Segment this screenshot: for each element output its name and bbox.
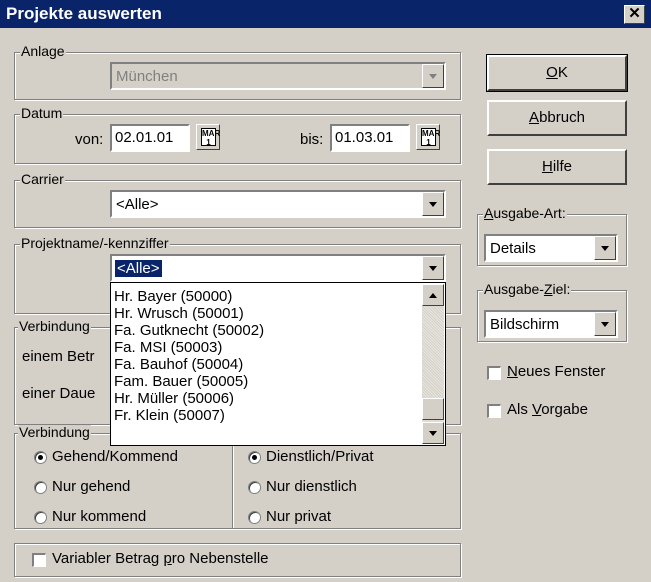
list-item[interactable]: Hr. Wrusch (50001) [114,305,244,322]
projekt-combo[interactable]: <Alle> [110,254,446,282]
calendar-icon: MAR 1 [201,128,221,147]
neues-fenster-checkbox[interactable] [487,366,501,380]
title-bar[interactable]: Projekte auswerten ✕ [0,0,651,28]
ausgabe-ziel-combo[interactable]: Bildschirm [484,310,618,338]
carrier-value: <Alle> [116,196,159,213]
chevron-down-icon [429,266,437,271]
projekt-value: <Alle> [115,260,162,277]
scroll-down-button[interactable] [422,422,444,444]
variabler-betrag-label: Variabler Betrag pro Nebenstelle [52,550,269,567]
anlage-legend: Anlage [20,43,66,59]
list-item[interactable]: Fr. Klein (50007) [114,407,225,424]
von-label: von: [75,131,104,148]
list-item[interactable]: Fa. Gutknecht (50002) [114,322,264,339]
radio-nur-kommend[interactable] [34,511,47,524]
list-item[interactable]: Fam. Bauer (50005) [114,373,248,390]
ausgabe-ziel-legend: Ausgabe-Ziel: [483,281,572,297]
von-calendar-button[interactable]: MAR 1 [196,124,220,150]
list-item[interactable]: Hr. Müller (50006) [114,390,234,407]
neues-fenster-label: Neues Fenster [507,363,606,380]
betrag-row-label: einem Betr [22,348,95,365]
radio-label: Nur kommend [52,508,147,525]
radio-label: Nur dienstlich [266,478,357,495]
radio-label: Nur privat [266,508,332,525]
dauer-row-label: einer Daue [22,385,96,402]
bis-date-value: 01.03.01 [335,129,394,146]
chevron-down-icon [429,202,437,207]
verbindung-art-legend: Verbindung [18,424,91,440]
calendar-icon: MAR 1 [421,128,441,147]
divider [232,434,233,528]
bis-calendar-button[interactable]: MAR 1 [416,124,440,150]
als-vorgabe-label: Als Vorgabe [507,401,588,418]
carrier-dropdown-button[interactable] [422,192,444,216]
radio-label: Dienstlich/Privat [266,448,374,465]
chevron-up-icon [429,293,437,298]
chevron-down-icon [601,246,609,251]
ausgabe-art-combo[interactable]: Details [484,234,618,262]
datum-legend: Datum [20,105,64,121]
ausgabe-ziel-value: Bildschirm [490,316,560,333]
carrier-combo[interactable]: <Alle> [110,190,446,218]
abbruch-button[interactable]: Abbruch [487,100,627,136]
bis-date-input[interactable]: 01.03.01 [330,124,410,152]
window-title: Projekte auswerten [6,4,162,23]
list-item[interactable]: Fa. Bauhof (50004) [114,356,243,373]
close-button[interactable]: ✕ [624,5,645,24]
scroll-up-button[interactable] [422,284,444,306]
projekt-dropdown-list[interactable]: Hr. Bayer (50000) Hr. Wrusch (50001) Fa.… [110,282,446,446]
chevron-down-icon [429,431,437,436]
ausgabe-art-legend: Ausgabe-Art: [483,205,567,221]
scroll-thumb[interactable] [422,398,444,420]
carrier-legend: Carrier [20,171,65,187]
chevron-down-icon [601,322,609,327]
ausgabe-art-dropdown-button[interactable] [594,236,616,260]
list-item[interactable]: Fa. MSI (50003) [114,339,222,356]
projekt-legend: Projektname/-kennziffer [20,235,170,251]
projekt-dropdown-button[interactable] [422,256,444,280]
ausgabe-ziel-dropdown-button[interactable] [594,312,616,336]
von-date-value: 02.01.01 [115,129,174,146]
radio-label: Gehend/Kommend [52,448,178,465]
hilfe-button[interactable]: Hilfe [487,149,627,185]
chevron-down-icon [429,74,437,79]
radio-nur-gehend[interactable] [34,481,47,494]
anlage-dropdown-button [422,64,444,88]
anlage-value: München [116,68,178,85]
ausgabe-art-value: Details [490,240,536,257]
radio-dienstlich-privat[interactable] [248,451,261,464]
radio-label: Nur gehend [52,478,131,495]
ok-button[interactable]: OK [486,54,628,92]
bis-label: bis: [300,131,324,148]
als-vorgabe-checkbox[interactable] [487,404,501,418]
radio-gehend-kommend[interactable] [34,451,47,464]
von-date-input[interactable]: 02.01.01 [110,124,190,152]
anlage-combo: München [110,62,446,90]
list-item[interactable]: Hr. Bayer (50000) [114,288,232,305]
verbindung-betrag-legend: Verbindung [18,318,91,334]
close-icon: ✕ [628,5,641,22]
radio-nur-privat[interactable] [248,511,261,524]
radio-nur-dienstlich[interactable] [248,481,261,494]
list-scrollbar[interactable] [422,284,444,444]
variabler-betrag-checkbox[interactable] [32,553,46,567]
